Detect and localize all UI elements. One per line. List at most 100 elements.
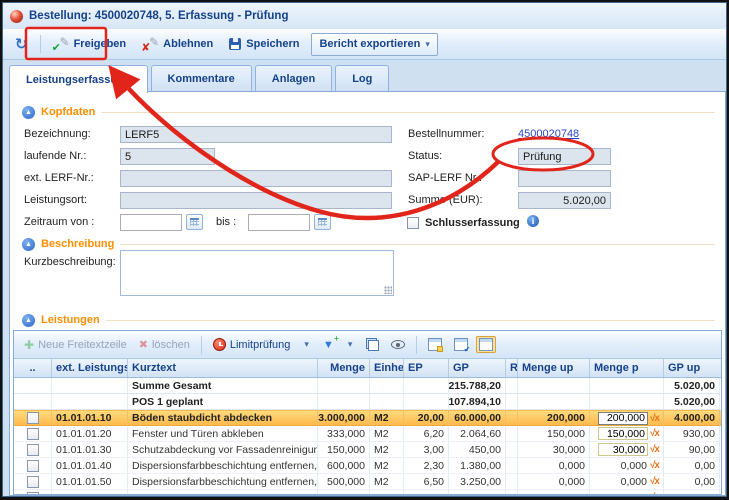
recalculate-icon[interactable]: √x xyxy=(650,460,659,471)
calendar-icon[interactable] xyxy=(186,214,203,230)
summe-eur-label: Summe (EUR): xyxy=(408,192,483,209)
table-check-icon: ✔ xyxy=(454,338,468,351)
tab-log[interactable]: Log xyxy=(335,65,389,91)
refresh-button[interactable]: ↻ xyxy=(8,33,35,56)
column-header-menge-p[interactable]: Menge p xyxy=(590,359,664,377)
table-row[interactable]: 01.01.01.10 Böden staubdicht abdecken 3.… xyxy=(14,410,721,426)
row-checkbox[interactable] xyxy=(27,428,39,440)
summe-eur-field: 5.020,00 xyxy=(518,192,611,209)
loeschen-button[interactable]: ✖ löschen xyxy=(135,338,194,351)
bezeichnung-field: LERF5 xyxy=(120,126,392,143)
recalculate-icon[interactable]: √x xyxy=(650,428,659,439)
column-header-menge[interactable]: Menge xyxy=(318,359,370,377)
reject-pencil-icon: ✎ ✘ xyxy=(142,37,158,52)
column-header-kurztext[interactable]: Kurztext xyxy=(128,359,318,377)
tab-anlagen[interactable]: Anlagen xyxy=(255,65,332,91)
beschreibung-title: Beschreibung xyxy=(41,238,114,250)
collapse-section-icon[interactable]: ▲ xyxy=(22,106,35,119)
add-icon: ✚ xyxy=(24,338,34,352)
zeitraum-von-input[interactable] xyxy=(120,214,182,231)
recalculate-icon[interactable]: √x xyxy=(650,444,659,455)
refresh-icon: ↻ xyxy=(15,38,28,51)
speichern-button[interactable]: Speichern xyxy=(222,33,306,56)
row-checkbox[interactable] xyxy=(27,476,39,488)
status-field: Prüfung xyxy=(518,148,611,165)
table-row[interactable]: 01.01.01.30 Schutzabdeckung vor Fassaden… xyxy=(14,442,721,458)
info-icon[interactable]: i xyxy=(527,215,539,227)
textarea-resize-handle[interactable] xyxy=(384,286,392,294)
freigeben-button[interactable]: ✎ ✔ Freigeben xyxy=(46,33,134,56)
table-row-summe-gesamt[interactable]: Summe Gesamt 215.788,20 5.020,00 xyxy=(14,378,721,394)
limit-clock-icon xyxy=(213,338,226,351)
cell-menge: 333,000 xyxy=(318,426,370,442)
collapse-section-icon[interactable]: ▲ xyxy=(22,314,35,327)
column-header-einheit[interactable]: Einheit xyxy=(370,359,404,377)
title-bar: Bestellung: 4500020748, 5. Erfassung - P… xyxy=(3,3,726,29)
collapse-section-icon[interactable]: ▲ xyxy=(22,238,35,251)
cell-menge-up: 200,000 xyxy=(518,410,590,426)
import-button[interactable]: ▼+ xyxy=(319,339,338,351)
copy-button[interactable] xyxy=(362,338,383,351)
menge-p-input[interactable] xyxy=(598,443,648,456)
menge-p-input[interactable] xyxy=(598,412,648,425)
column-header-gp-up[interactable]: GP up xyxy=(664,359,720,377)
column-header-ext-leistungsnr[interactable]: ext. Leistungsnr xyxy=(52,359,128,377)
delete-icon: ✖ xyxy=(139,338,148,351)
app-logo-icon xyxy=(10,10,23,23)
cell-einheit: M2 xyxy=(370,458,404,474)
application-window: Bestellung: 4500020748, 5. Erfassung - P… xyxy=(2,2,727,497)
table-row[interactable]: 01.01.01.20 Fenster und Türen abkleben 3… xyxy=(14,426,721,442)
grid-group-view-button-active[interactable] xyxy=(476,336,496,353)
cell-kurztext: Summe Gesamt xyxy=(128,378,318,394)
neue-freitextzeile-label: Neue Freitextzeile xyxy=(38,339,127,351)
status-label: Status: xyxy=(408,148,442,165)
zeitraum-bis-input[interactable] xyxy=(248,214,310,231)
leistungsort-field xyxy=(120,192,392,209)
row-checkbox[interactable] xyxy=(27,460,39,472)
grid-warning-view-button[interactable] xyxy=(424,338,446,351)
table-row[interactable]: 01.01.01.40 Dispersionsfarbbeschichtung … xyxy=(14,458,721,474)
chevron-down-icon[interactable]: ▾ xyxy=(304,339,309,350)
eye-icon xyxy=(391,340,405,349)
column-header-menge-up[interactable]: Menge up xyxy=(518,359,590,377)
green-check-icon: ✔ xyxy=(52,41,61,54)
grid-check-view-button[interactable]: ✔ xyxy=(450,338,472,351)
schlusserfassung-checkbox[interactable] xyxy=(407,217,419,229)
ablehnen-label: Ablehnen xyxy=(163,38,213,50)
cell-menge-up: 30,000 xyxy=(518,442,590,458)
menge-p-input[interactable] xyxy=(598,427,648,440)
table-row[interactable]: 01.01.01.50 Dispersionsfarbbeschichtung … xyxy=(14,474,721,490)
recalculate-icon[interactable]: √x xyxy=(650,476,659,487)
neue-freitextzeile-button[interactable]: ✚ Neue Freitextzeile xyxy=(20,338,131,352)
row-checkbox[interactable] xyxy=(27,444,39,456)
column-header-ep[interactable]: EP xyxy=(404,359,449,377)
section-divider xyxy=(106,320,715,321)
column-header-gp[interactable]: GP xyxy=(449,359,506,377)
bericht-exportieren-button[interactable]: Bericht exportieren ▾ xyxy=(311,33,437,56)
chevron-down-icon[interactable]: ▾ xyxy=(348,339,353,350)
bericht-exportieren-label: Bericht exportieren xyxy=(319,38,420,50)
calendar-icon[interactable] xyxy=(314,214,331,230)
chevron-down-icon: ▾ xyxy=(425,39,430,50)
limitpruefung-button[interactable]: Limitprüfung xyxy=(209,338,295,351)
row-checkbox[interactable] xyxy=(27,492,39,496)
cell-gp-up: 5.020,00 xyxy=(664,394,720,410)
cell-kurztext: Dispersionsfarbbeschichtung entfernen, I xyxy=(128,474,318,490)
column-header-r[interactable]: R xyxy=(506,359,518,377)
row-checkbox[interactable] xyxy=(27,412,39,424)
cell-menge: 3.000,000 xyxy=(318,410,370,426)
recalculate-icon[interactable]: √x xyxy=(650,413,659,424)
kurzbeschreibung-textarea[interactable] xyxy=(120,250,394,296)
red-cross-icon: ✘ xyxy=(141,41,150,54)
ablehnen-button[interactable]: ✎ ✘ Ablehnen xyxy=(135,33,220,56)
bestellnummer-link[interactable]: 4500020748 xyxy=(518,126,579,143)
column-header-select[interactable]: .. xyxy=(14,359,52,377)
table-row-pos1-geplant[interactable]: POS 1 geplant 107.894,10 5.020,00 xyxy=(14,394,721,410)
preview-button[interactable] xyxy=(387,340,409,349)
cell-gp-up: 90,00 xyxy=(664,442,720,458)
tab-kommentare[interactable]: Kommentare xyxy=(151,65,252,91)
leistungen-section-header: ▲ Leistungen xyxy=(22,313,715,327)
tab-leistungserfassung[interactable]: Leistungserfassung xyxy=(9,65,148,93)
cell-kurztext: Fenster und Türen abkleben xyxy=(128,426,318,442)
cell-ep: 3,00 xyxy=(404,442,449,458)
